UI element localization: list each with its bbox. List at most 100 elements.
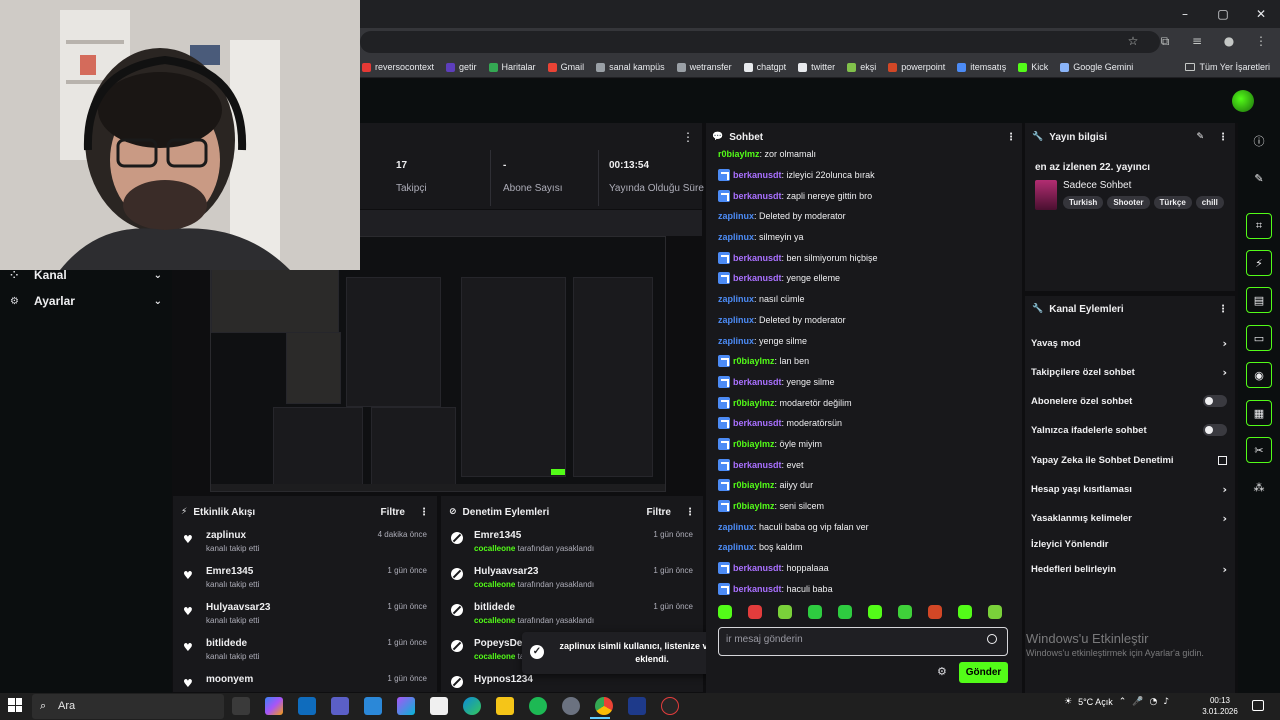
event-username[interactable]: Hulyaavsar23 — [206, 602, 271, 613]
lightning-icon[interactable]: ⚡ — [1246, 250, 1272, 276]
chat-username[interactable]: r0biaylmz — [733, 501, 775, 511]
send-button[interactable]: Gönder — [959, 662, 1008, 683]
emote-icon[interactable] — [898, 605, 912, 619]
chat-username[interactable]: zaplinux — [718, 211, 754, 221]
stream-preview[interactable] — [210, 236, 666, 492]
channel-action-item[interactable]: Yavaş mod › — [1031, 334, 1227, 352]
bookmark-item[interactable]: Gmail — [547, 62, 584, 72]
bookmark-item[interactable]: powerpoint — [888, 62, 945, 72]
channel-action-item[interactable]: Yasaklanmış kelimeler › — [1031, 509, 1227, 527]
bookmark-item[interactable]: Kick — [1018, 62, 1048, 72]
chat-username[interactable]: berkanusdt — [733, 170, 782, 180]
more-options-icon[interactable]: ⋮ — [682, 130, 694, 144]
pencil-icon[interactable]: ✎ — [1246, 165, 1272, 191]
bookmark-item[interactable]: twitter — [798, 62, 835, 72]
channel-action-item[interactable]: İzleyici Yönlendir — [1031, 535, 1227, 553]
chat-username[interactable]: berkanusdt — [733, 253, 782, 263]
chrome-icon[interactable] — [595, 697, 613, 715]
spotify-icon[interactable] — [529, 697, 547, 715]
copilot-icon[interactable] — [265, 697, 283, 715]
taskbar-clock[interactable]: 00:13 3.01.2026 — [1200, 695, 1240, 717]
chat-username[interactable]: r0biaylmz — [733, 356, 775, 366]
app-icon[interactable] — [628, 697, 646, 715]
channel-action-item[interactable]: Yalnızca ifadelerle sohbet — [1031, 421, 1227, 439]
chat-username[interactable]: r0biaylmz — [733, 439, 775, 449]
chat-username[interactable]: r0biaylmz — [733, 398, 775, 408]
volume-icon[interactable]: ♪ — [1163, 697, 1169, 707]
tools-icon[interactable]: ✂ — [1246, 437, 1272, 463]
event-username[interactable]: bitlidede — [206, 638, 247, 649]
nav-item-ayarlar[interactable]: ⚙ Ayarlar ⌄ — [10, 291, 162, 311]
more-options-icon[interactable]: ⋮ — [1006, 132, 1016, 143]
chat-username[interactable]: zaplinux — [718, 542, 754, 552]
moderator-name[interactable]: cocalleone — [474, 544, 515, 553]
wifi-icon[interactable]: ◔ — [1149, 697, 1157, 707]
banned-username[interactable]: bitlidede — [474, 602, 515, 613]
chat-username[interactable]: zaplinux — [718, 294, 754, 304]
chat-username[interactable]: r0biaylmz — [718, 149, 760, 159]
bookmark-item[interactable]: getir — [446, 62, 477, 72]
weather-label[interactable]: 5°C Açık — [1078, 697, 1113, 707]
more-options-icon[interactable]: ⋮ — [1218, 304, 1228, 315]
extensions-icon[interactable]: ⧉ — [1154, 30, 1176, 52]
bookmark-item[interactable]: ekşi — [847, 62, 876, 72]
more-options-icon[interactable]: ⋮ — [685, 507, 695, 518]
chat-username[interactable]: berkanusdt — [733, 418, 782, 428]
filter-button[interactable]: Filtre — [381, 507, 405, 518]
emote-icon[interactable] — [868, 605, 882, 619]
bookmark-item[interactable]: wetransfer — [676, 62, 732, 72]
banned-username[interactable]: Hulyaavsar23 — [474, 566, 539, 577]
channel-action-item[interactable]: Hedefleri belirleyin › — [1031, 560, 1227, 578]
microphone-icon[interactable]: 🎤 — [1132, 697, 1143, 707]
stream-tag[interactable]: chill — [1195, 196, 1224, 209]
stream-tag[interactable]: Turkish — [1063, 196, 1104, 209]
profile-icon[interactable]: ● — [1218, 30, 1240, 52]
edge-icon[interactable] — [463, 697, 481, 715]
stream-tag[interactable]: Türkçe — [1153, 196, 1192, 209]
bookmark-item[interactable]: Google Gemini — [1060, 62, 1133, 72]
browser-menu-icon[interactable]: ⋮ — [1250, 30, 1272, 52]
moderator-name[interactable]: cocalleone — [474, 616, 515, 625]
emote-icon[interactable] — [988, 605, 1002, 619]
filter-button[interactable]: Filtre — [647, 507, 671, 518]
chat-username[interactable]: berkanusdt — [733, 460, 782, 470]
bookmark-item[interactable]: sanal kampüs — [596, 62, 665, 72]
chat-input-placeholder[interactable]: ir mesaj gönderin — [726, 634, 966, 645]
chat-settings-icon[interactable]: ⚙ — [937, 665, 947, 678]
chat-username[interactable]: berkanusdt — [733, 191, 782, 201]
chat-username[interactable]: zaplinux — [718, 336, 754, 346]
toggle-switch[interactable] — [1203, 424, 1227, 436]
chat-username[interactable]: zaplinux — [718, 315, 754, 325]
obs-icon[interactable] — [661, 697, 679, 715]
bookmark-item[interactable]: itemsatış — [957, 62, 1006, 72]
banned-username[interactable]: Emre1345 — [474, 530, 521, 541]
banned-username[interactable]: PopeysDeli — [474, 638, 528, 649]
channel-action-item[interactable]: Abonelere özel sohbet — [1031, 392, 1227, 410]
chat-username[interactable]: zaplinux — [718, 232, 754, 242]
minimize-button[interactable]: – — [1166, 0, 1204, 28]
emote-icon[interactable] — [808, 605, 822, 619]
event-username[interactable]: Emre1345 — [206, 566, 253, 577]
info-icon[interactable]: ⓘ — [1246, 128, 1272, 154]
bookmark-star-icon[interactable]: ☆ — [1122, 30, 1144, 52]
moderator-name[interactable]: cocalleone — [474, 580, 515, 589]
chat-username[interactable]: berkanusdt — [733, 563, 782, 573]
chat-messages[interactable]: r0biaylmz: zor olmamalı berkanusdt: izley… — [714, 144, 1014, 596]
layout-icon[interactable]: ▦ — [1246, 400, 1272, 426]
toggle-switch[interactable] — [1203, 395, 1227, 407]
chat-username[interactable]: berkanusdt — [733, 273, 782, 283]
app-icon[interactable] — [562, 697, 580, 715]
more-options-icon[interactable]: ⋮ — [1218, 132, 1228, 143]
chat-username[interactable]: zaplinux — [718, 522, 754, 532]
emote-icon[interactable] — [748, 605, 762, 619]
chat-username[interactable]: r0biaylmz — [733, 480, 775, 490]
chat-username[interactable]: berkanusdt — [733, 584, 782, 594]
app-icon[interactable] — [364, 697, 382, 715]
store-icon[interactable] — [430, 697, 448, 715]
emote-icon[interactable] — [958, 605, 972, 619]
drag-icon[interactable]: ⁂ — [1246, 474, 1272, 500]
moderator-name[interactable]: cocalleone — [474, 652, 515, 661]
edit-icon[interactable]: ✎ — [1196, 132, 1204, 142]
emote-icon[interactable] — [718, 605, 732, 619]
channel-action-item[interactable]: Hesap yaşı kısıtlaması › — [1031, 480, 1227, 498]
